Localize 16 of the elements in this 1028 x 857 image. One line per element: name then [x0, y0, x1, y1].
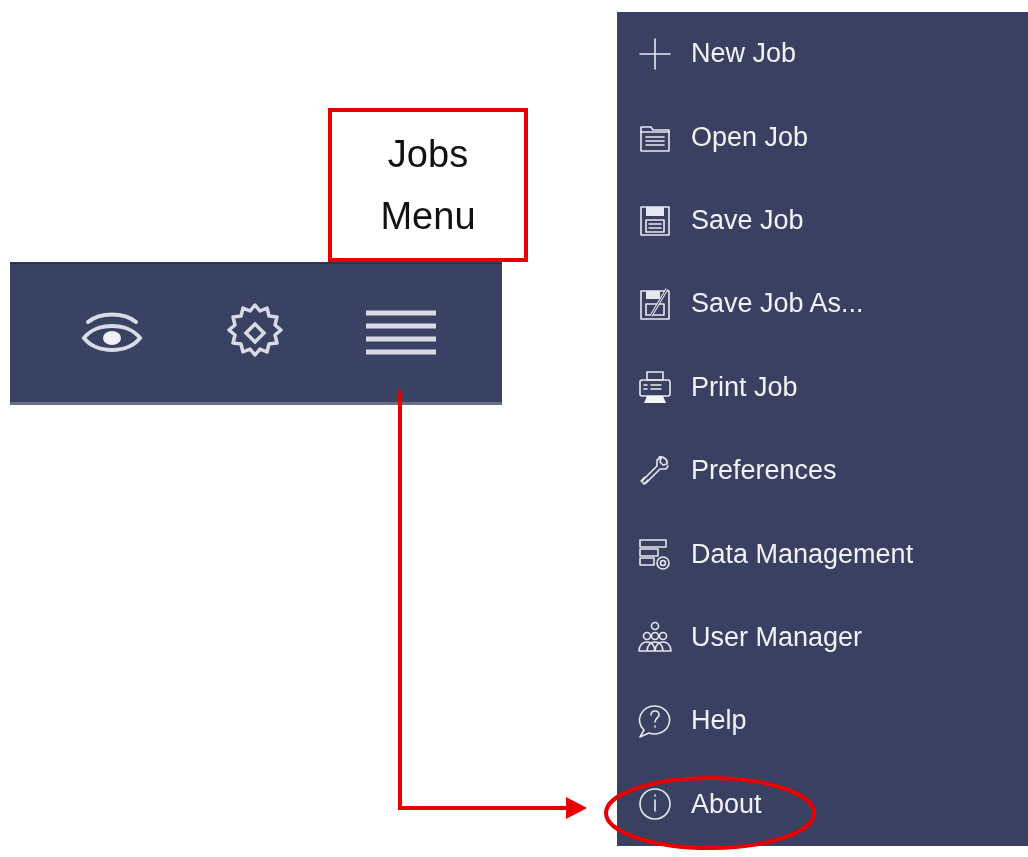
help-bubble-icon [637, 702, 673, 739]
menu-item-label[interactable]: User Manager [691, 622, 863, 654]
info-icon [637, 786, 673, 823]
menu-item-label[interactable]: Data Management [691, 538, 914, 570]
callout-label: Jobs Menu [328, 108, 528, 262]
menu-item-label[interactable]: Help [691, 705, 747, 737]
menu-item-label[interactable]: Save Job [691, 205, 804, 236]
plus-icon [637, 35, 673, 72]
menu-item-label[interactable]: Print Job [691, 371, 798, 403]
menu-item-label[interactable]: About [691, 788, 762, 820]
menu-item-label[interactable]: Save Job As... [691, 288, 864, 320]
database-gear-icon [637, 536, 673, 573]
menu-item-label[interactable]: New Job [691, 38, 797, 70]
menu-item-label[interactable]: Open Job [691, 121, 809, 153]
printer-icon [637, 369, 673, 406]
menu-item-label[interactable]: Preferences [691, 455, 837, 487]
